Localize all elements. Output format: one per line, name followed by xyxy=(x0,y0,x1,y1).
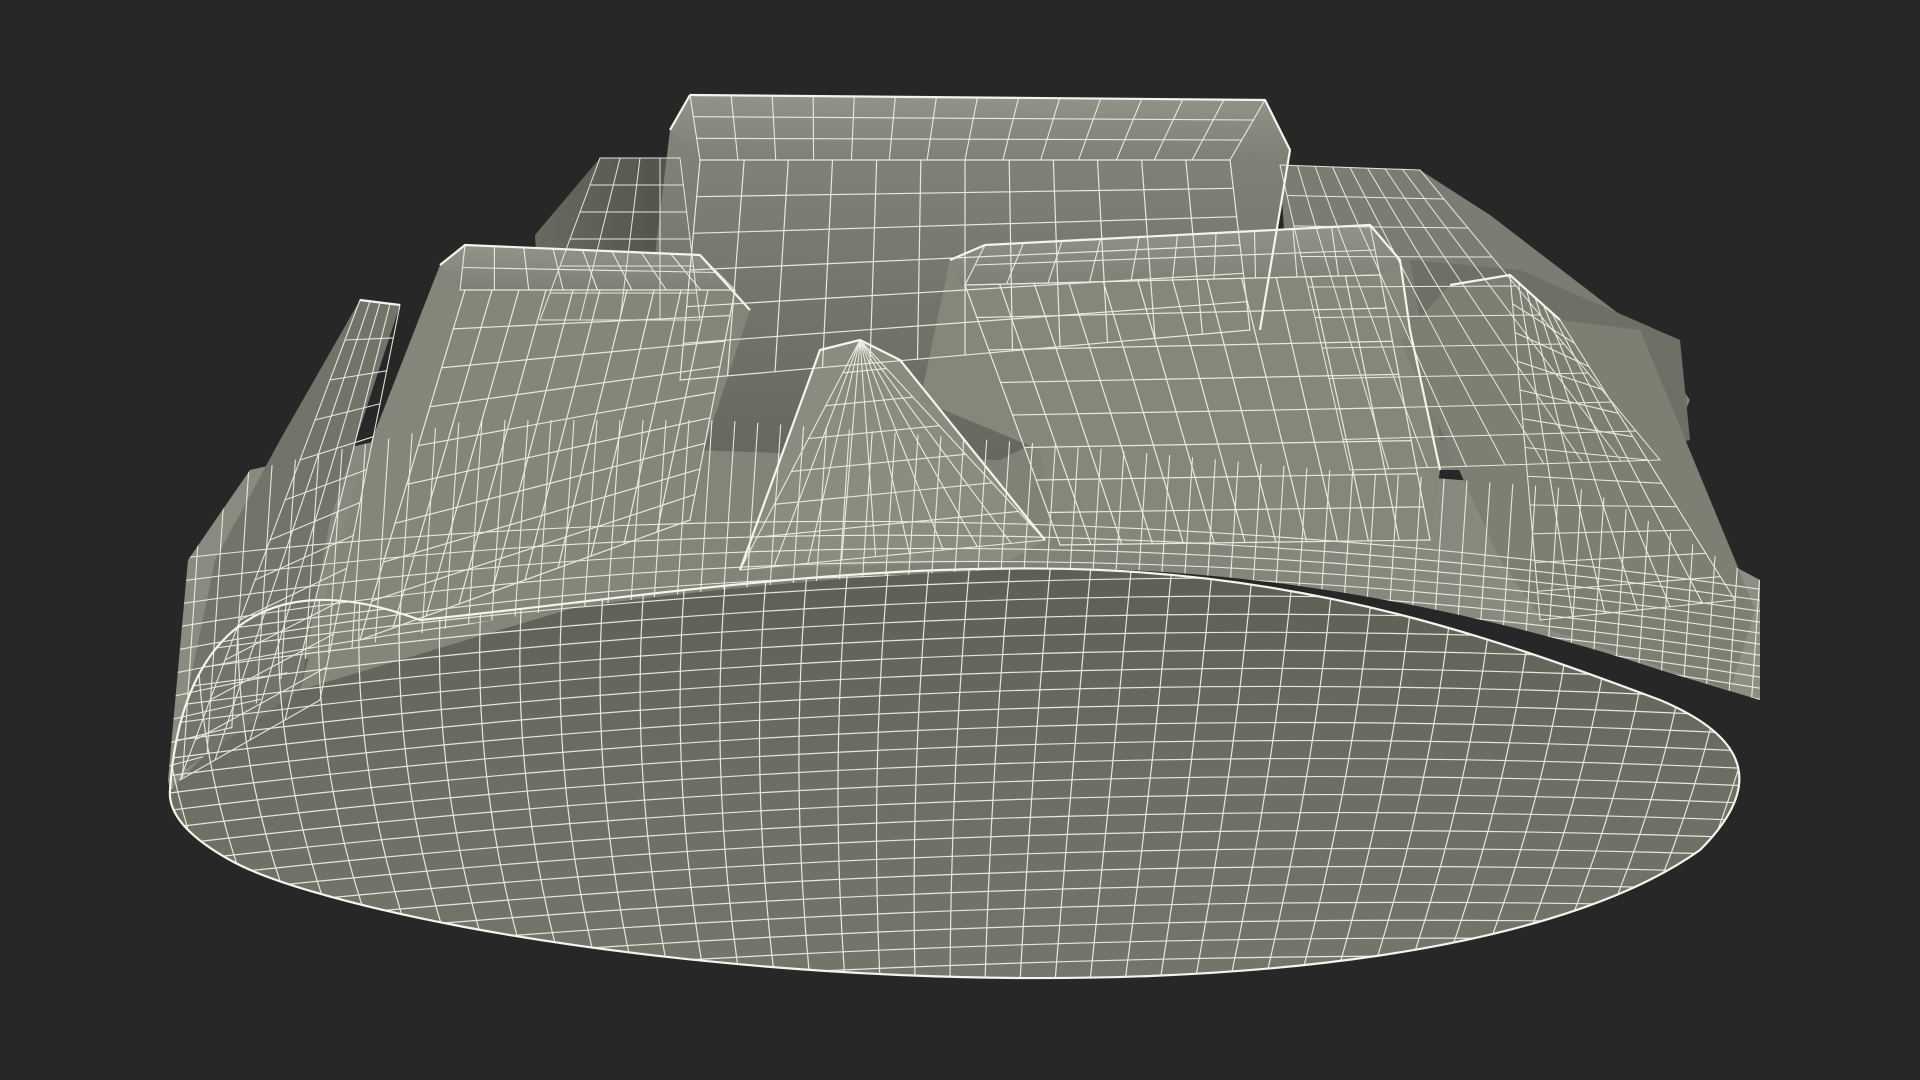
3d-viewport[interactable] xyxy=(0,0,1920,1080)
wireframe-render xyxy=(168,93,1760,980)
gear-mesh-model xyxy=(168,93,1760,980)
